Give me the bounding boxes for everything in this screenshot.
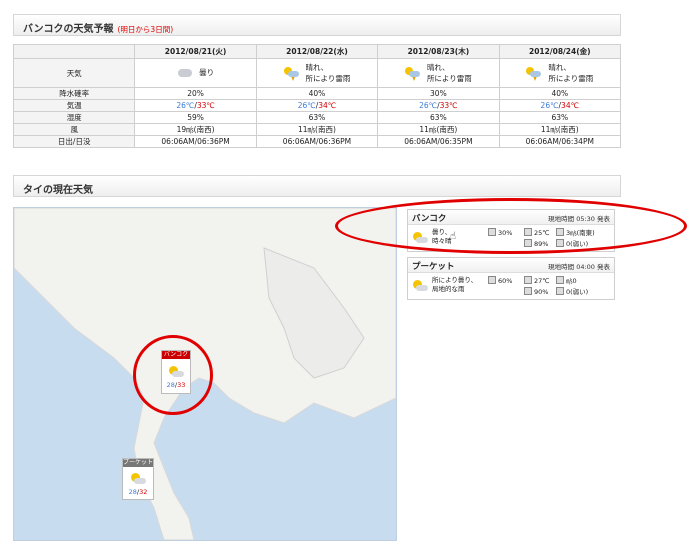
date-header: 2012/08/21(火) [134,44,257,59]
precip-cell: 20% [134,87,257,100]
city-panel-phuket[interactable]: プーケット 現地時間 04:00 発表 所により曇り、 局地的な雨 60% 27℃… [407,257,615,300]
sun-rain-thunder-icon [526,66,542,81]
row-label-weather: 天気 [12,58,136,88]
precip-cell: 40% [498,87,622,100]
panel-local-time: 現地時間 04:00 発表 [548,263,610,271]
humidity-icon [524,287,532,295]
sunny-cloud-icon [168,365,184,379]
precip-icon [488,276,496,284]
humidity-cell: 63% [498,111,622,124]
map-pin-bangkok[interactable]: バンコク 28/33 [161,350,191,394]
row-label-precip: 降水確率 [12,87,136,100]
sun-rain-thunder-icon [283,66,300,81]
panel-precip: 60% [488,276,512,286]
date-header: 2012/08/23(木) [377,44,500,59]
row-label-humidity: 湿度 [12,111,136,124]
panel-humidity: 89% [524,239,548,249]
wind-cell: 19㎧(南西) [134,123,257,136]
current-weather-title: タイの現在天気 [23,185,93,196]
panel-temp: 25℃ [524,228,550,238]
sun-cell: 06:06AM/06:34PM [498,135,622,148]
cloud-icon [177,65,193,79]
forecast-header: バンコクの天気予報 (明日から3日間) [13,14,621,36]
precip-icon [488,228,496,236]
weather-cell: 晴れ、 所により雷雨 [498,58,622,88]
panel-wind: ㎧0 [556,276,577,286]
city-panel-bangkok[interactable]: バンコク 現地時間 05:30 発表 曇り、 時々晴 30% 25℃ 3㎧(南東)… [407,209,615,252]
map-land [14,208,396,540]
wind-cell: 11㎧(南西) [498,123,622,136]
humidity-cell: 63% [255,111,379,124]
precip-cell: 30% [377,87,500,100]
sunny-cloud-icon [412,279,428,293]
wind-icon [556,228,564,236]
date-header: 2012/08/24(金) [498,44,622,59]
row-label-temp: 気温 [12,99,136,112]
temp-cell: 26℃/34℃ [498,99,622,112]
precip-cell: 40% [255,87,379,100]
panel-description: 曇り、 時々晴 [432,228,452,245]
forecast-table: 2012/08/21(火) 2012/08/22(水) 2012/08/23(木… [12,44,622,148]
forecast-title: バンコクの天気予報 (明日から3日間) [23,24,174,35]
wind-icon [556,276,564,284]
forecast-subtitle: (明日から3日間) [117,25,174,34]
hand-cursor-icon: ☝ [450,231,457,242]
panel-local-time: 現地時間 05:30 発表 [548,215,610,223]
humidity-cell: 59% [134,111,257,124]
panel-humidity: 90% [524,287,548,297]
panel-city-name: バンコク [412,214,447,224]
humidity-icon [524,239,532,247]
sunny-cloud-icon [130,472,146,486]
panel-temp: 27℃ [524,276,550,286]
panel-description: 所により曇り、 局地的な雨 [432,276,478,293]
panel-wind-level: 0(弱い) [556,287,588,297]
wind-level-icon [556,239,564,247]
wind-level-icon [556,287,564,295]
table-corner [12,44,136,59]
panel-city-name: プーケット [412,262,455,272]
map-pin-phuket[interactable]: プーケット 28/32 [122,458,154,500]
wind-cell: 11㎧(南西) [255,123,379,136]
sunny-cloud-icon [412,231,428,245]
sun-cell: 06:06AM/06:35PM [377,135,500,148]
sun-rain-thunder-icon [404,66,421,81]
row-label-wind: 風 [12,123,136,136]
thailand-map[interactable]: バンコク 28/33 プーケット 28/32 [13,207,397,541]
sun-cell: 06:06AM/06:36PM [255,135,379,148]
panel-precip: 30% [488,228,512,238]
temp-cell: 26℃/34℃ [255,99,379,112]
temp-icon [524,228,532,236]
weather-cell: 曇り [134,58,257,88]
temp-cell: 26℃/33℃ [377,99,500,112]
date-header: 2012/08/22(水) [255,44,379,59]
row-label-sun: 日出/日没 [12,135,136,148]
current-weather-header: タイの現在天気 [13,175,621,197]
humidity-cell: 63% [377,111,500,124]
wind-cell: 11㎧(南西) [377,123,500,136]
temp-cell: 26℃/33℃ [134,99,257,112]
weather-cell: 晴れ、 所により雷雨 [377,58,500,88]
panel-wind: 3㎧(南東) [556,228,595,238]
sun-cell: 06:06AM/06:36PM [134,135,257,148]
temp-icon [524,276,532,284]
panel-wind-level: 0(弱い) [556,239,588,249]
weather-cell: 晴れ、 所により雷雨 [255,58,379,88]
